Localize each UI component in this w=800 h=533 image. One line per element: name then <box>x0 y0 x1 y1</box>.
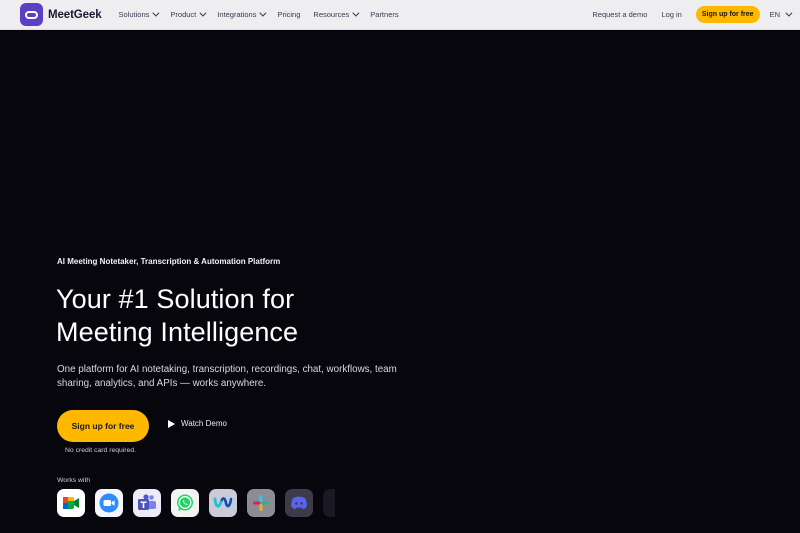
headline-line-1: Your #1 Solution for <box>56 284 295 314</box>
menu-item-label: Partners <box>370 10 399 19</box>
slack-icon[interactable] <box>247 489 275 517</box>
integration-icons <box>57 489 345 517</box>
watch-demo-button[interactable]: Watch Demo <box>168 419 227 428</box>
menu-item-label: Pricing <box>277 10 301 19</box>
top-navbar: MeetGeek Solutions Product Integrations … <box>0 0 800 30</box>
chevron-down-icon <box>199 9 207 17</box>
chevron-down-icon <box>785 9 793 17</box>
login-link[interactable]: Log in <box>661 10 681 19</box>
chevron-down-icon <box>352 9 360 17</box>
hero-subtitle: One platform for AI notetaking, transcri… <box>57 364 397 389</box>
hero-headline: Your #1 Solution for Meeting Intelligenc… <box>56 283 298 349</box>
brand-name: MeetGeek <box>48 8 102 21</box>
chevron-down-icon <box>152 9 160 17</box>
google-meet-icon[interactable] <box>57 489 85 517</box>
nav-signup-button[interactable]: Sign up for free <box>695 6 760 23</box>
discord-icon[interactable] <box>285 489 313 517</box>
hero-eyebrow: AI Meeting Notetaker, Transcription & Au… <box>57 257 281 266</box>
menu-item-label: Solutions <box>118 10 150 19</box>
menu-item-product[interactable]: Product <box>170 9 207 19</box>
hero-signup-button[interactable]: Sign up for free <box>57 410 149 442</box>
menu-item-label: Product <box>170 10 197 19</box>
request-demo-link[interactable]: Request a demo <box>592 10 647 19</box>
meetgeek-logo-icon <box>20 3 43 26</box>
brand-logo[interactable]: MeetGeek <box>20 3 102 26</box>
webex-icon[interactable] <box>209 489 237 517</box>
more-integration-icon[interactable] <box>323 489 335 517</box>
menu-item-integrations[interactable]: Integrations <box>217 9 267 19</box>
menu-item-partners[interactable]: Partners <box>370 10 398 19</box>
whatsapp-icon[interactable] <box>171 489 199 517</box>
menu-item-solutions[interactable]: Solutions <box>118 9 160 19</box>
language-selector[interactable]: EN <box>769 9 793 19</box>
nav-actions: Request a demo Log in Sign up for free E… <box>592 6 793 23</box>
zoom-icon[interactable] <box>95 489 123 517</box>
play-icon <box>168 419 175 428</box>
works-with-label: Works with <box>57 477 91 484</box>
microsoft-teams-icon[interactable] <box>133 489 161 517</box>
menu-item-resources[interactable]: Resources <box>313 9 360 19</box>
watch-demo-label: Watch Demo <box>181 419 227 428</box>
main-menu: Solutions Product Integrations Pricing R… <box>118 9 412 19</box>
language-label: EN <box>769 10 780 19</box>
menu-item-pricing[interactable]: Pricing <box>277 10 300 19</box>
headline-line-2: Meeting Intelligence <box>56 317 299 347</box>
chevron-down-icon <box>259 9 267 17</box>
no-credit-card-note: No credit card required. <box>65 447 137 454</box>
menu-item-label: Integrations <box>217 10 257 19</box>
menu-item-label: Resources <box>313 10 350 19</box>
